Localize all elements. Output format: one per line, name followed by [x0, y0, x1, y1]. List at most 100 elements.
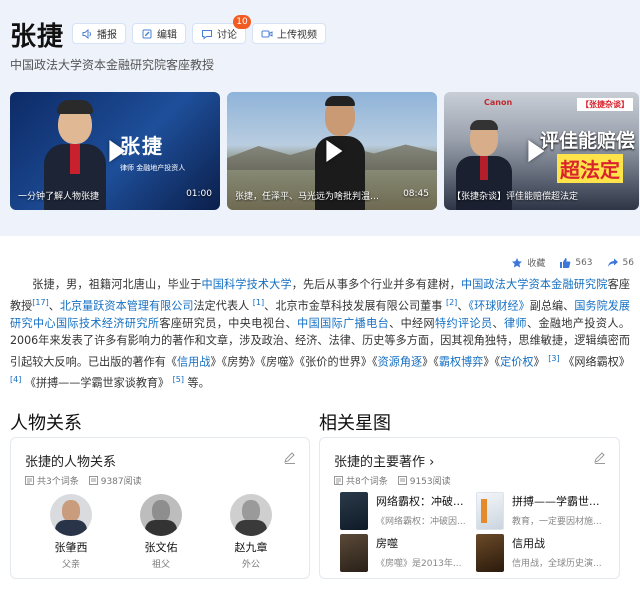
edit-icon[interactable]: [283, 451, 297, 465]
read-icon: [88, 476, 98, 485]
summary-text: 张捷，男，祖籍河北唐山，毕业于: [32, 278, 202, 291]
canon-logo: Canon: [484, 98, 513, 107]
link-global-finance[interactable]: 《环球财经》: [468, 299, 529, 312]
link-credit-war[interactable]: 信用战: [177, 355, 210, 368]
video-card-1[interactable]: 张捷 律师 金融地产投资人 一分钟了解人物张捷 01:00: [10, 92, 220, 210]
link-resource-contest[interactable]: 资源角逐: [378, 355, 423, 368]
work-title: 房噬: [376, 537, 398, 550]
summary-text: 等。: [187, 376, 210, 390]
play-icon[interactable]: [528, 140, 545, 162]
video-card-2[interactable]: 张捷，任泽平、马光远为啥批判温铁... 08:45: [227, 92, 437, 210]
works-panel-title-text: 张捷的主要著作: [334, 455, 426, 470]
link-cupl-institute[interactable]: 中国政法大学资本金融研究院: [461, 278, 608, 291]
discuss-button[interactable]: 讨论 10: [192, 15, 251, 44]
relations-section-title: 人物关系: [10, 413, 82, 434]
work-title: 信用战: [512, 537, 545, 550]
read-count: 9153阅读: [397, 474, 451, 487]
summary-text: 》《: [422, 355, 439, 369]
summary-text: 客座研究员，中央电视台、: [159, 316, 298, 330]
citation-ref[interactable]: [5]: [173, 375, 184, 384]
person-role: 祖父: [151, 560, 170, 570]
summary-text: 、: [48, 299, 60, 313]
video-overlay-sub: 律师 金融地产投资人: [120, 164, 186, 172]
summary-text: 《网络霸权》: [563, 355, 630, 369]
link-ustc[interactable]: 中国科学技术大学: [201, 278, 291, 291]
summary-text: 法定代表人: [193, 299, 250, 313]
summary-text: 、: [457, 299, 469, 313]
link-commentator[interactable]: 特约评论员: [435, 317, 492, 330]
summary-text: 、中经网: [389, 316, 436, 330]
relations-panel: 张捷的人物关系 共3个词条 9387阅读 张肇西 父亲 张文佑 祖父 赵九章 外…: [10, 437, 310, 579]
works-reads: 9153阅读: [409, 477, 451, 487]
read-icon: [397, 476, 407, 485]
citation-ref[interactable]: [1]: [253, 298, 264, 307]
share-icon: [607, 258, 618, 267]
citation-ref[interactable]: [17]: [32, 298, 48, 307]
share-count: 56: [622, 257, 634, 268]
work-item[interactable]: 拼搏——学霸世... 教育，一定要因材施...: [476, 492, 616, 530]
person-role: 外公: [241, 560, 260, 570]
video-headline: 评佳能赔偿: [539, 130, 635, 152]
avatar: [230, 494, 272, 536]
edit-button[interactable]: 编辑: [132, 23, 186, 44]
entry-count: 共3个词条: [25, 474, 79, 487]
works-panel-title[interactable]: 张捷的主要著作 ›: [334, 451, 434, 470]
works-count: 共8个词条: [346, 477, 388, 487]
book-cover: [340, 534, 368, 572]
summary-text: 、北京市金草科技发展有限公司董事: [264, 299, 443, 313]
like-count: 563: [575, 257, 593, 268]
person-card[interactable]: 张文佑 祖父: [131, 494, 191, 570]
summary-text: 《拼搏——学霸世家谈教育》: [24, 376, 170, 390]
broadcast-button[interactable]: 播报: [72, 23, 126, 44]
person-role: 父亲: [61, 560, 80, 570]
share-button[interactable]: 56: [607, 257, 634, 269]
link-pricing-power[interactable]: 定价权: [500, 355, 533, 368]
favorite-button[interactable]: 收藏: [511, 256, 545, 269]
video-duration: 08:45: [403, 189, 429, 199]
video-carousel: 张捷 律师 金融地产投资人 一分钟了解人物张捷 01:00 张捷，任泽平、马光远…: [10, 92, 639, 210]
upload-video-button[interactable]: 上传视频: [252, 23, 326, 44]
link-cri[interactable]: 中国国际广播电台: [297, 317, 389, 330]
starmap-section-title: 相关星图: [319, 413, 391, 434]
action-bar: 播报 编辑 讨论 10 上传视频: [72, 15, 326, 44]
work-item[interactable]: 网络霸权：冲破... 《网络霸权：冲破因...: [340, 492, 480, 530]
link-liangyue-capital[interactable]: 北京量跃资本管理有限公司: [60, 299, 194, 312]
video-duration: 01:00: [186, 189, 212, 199]
citation-ref[interactable]: [3]: [548, 354, 559, 363]
like-button[interactable]: 563: [559, 257, 593, 269]
work-item[interactable]: 房噬 《房噬》是2013年...: [340, 534, 480, 572]
work-desc: 教育，一定要因材施...: [512, 517, 602, 527]
book-cover: [476, 534, 504, 572]
work-title: 拼搏——学霸世...: [512, 495, 600, 508]
comment-icon: [202, 29, 212, 40]
edit-label: 编辑: [157, 30, 177, 41]
work-item[interactable]: 信用战 信用战，全球历史演...: [476, 534, 616, 572]
video-overlay-name: 张捷: [120, 134, 164, 158]
link-lawyer[interactable]: 律师: [504, 317, 527, 330]
link-hegemony-game[interactable]: 霸权博弈: [439, 355, 484, 368]
play-icon[interactable]: [326, 140, 343, 162]
work-desc: 《网络霸权：冲破因...: [376, 517, 466, 527]
hero-section: 张捷 播报 编辑 讨论 10 上传视频 中国政法大学资本金融研究院客座教授 张捷…: [0, 0, 640, 236]
discuss-count-badge: 10: [233, 15, 251, 29]
person-card[interactable]: 赵九章 外公: [221, 494, 281, 570]
speaker-icon: [82, 28, 91, 39]
video-caption: 张捷，任泽平、马光远为啥批判温铁...: [235, 192, 385, 202]
avatar: [50, 494, 92, 536]
thumbs-up-icon: [560, 257, 571, 268]
person-card[interactable]: 张肇西 父亲: [41, 494, 101, 570]
page-title: 张捷: [10, 22, 65, 52]
edit-icon[interactable]: [593, 451, 607, 465]
book-cover: [476, 492, 504, 530]
summary-text: 》《: [483, 355, 501, 369]
citation-ref[interactable]: [4]: [10, 375, 21, 384]
star-icon: [512, 257, 523, 267]
upload-video-label: 上传视频: [277, 30, 317, 41]
relations-panel-title[interactable]: 张捷的人物关系: [25, 451, 116, 470]
work-desc: 《房噬》是2013年...: [376, 559, 462, 569]
avatar: [140, 494, 182, 536]
person-name: 张肇西: [54, 541, 88, 554]
citation-ref[interactable]: [2]: [446, 298, 457, 307]
play-icon[interactable]: [109, 140, 126, 162]
video-card-3[interactable]: Canon 【张捷杂谈】 评佳能赔偿 超法定 【张捷杂谈】评佳能赔偿超法定: [444, 92, 639, 210]
